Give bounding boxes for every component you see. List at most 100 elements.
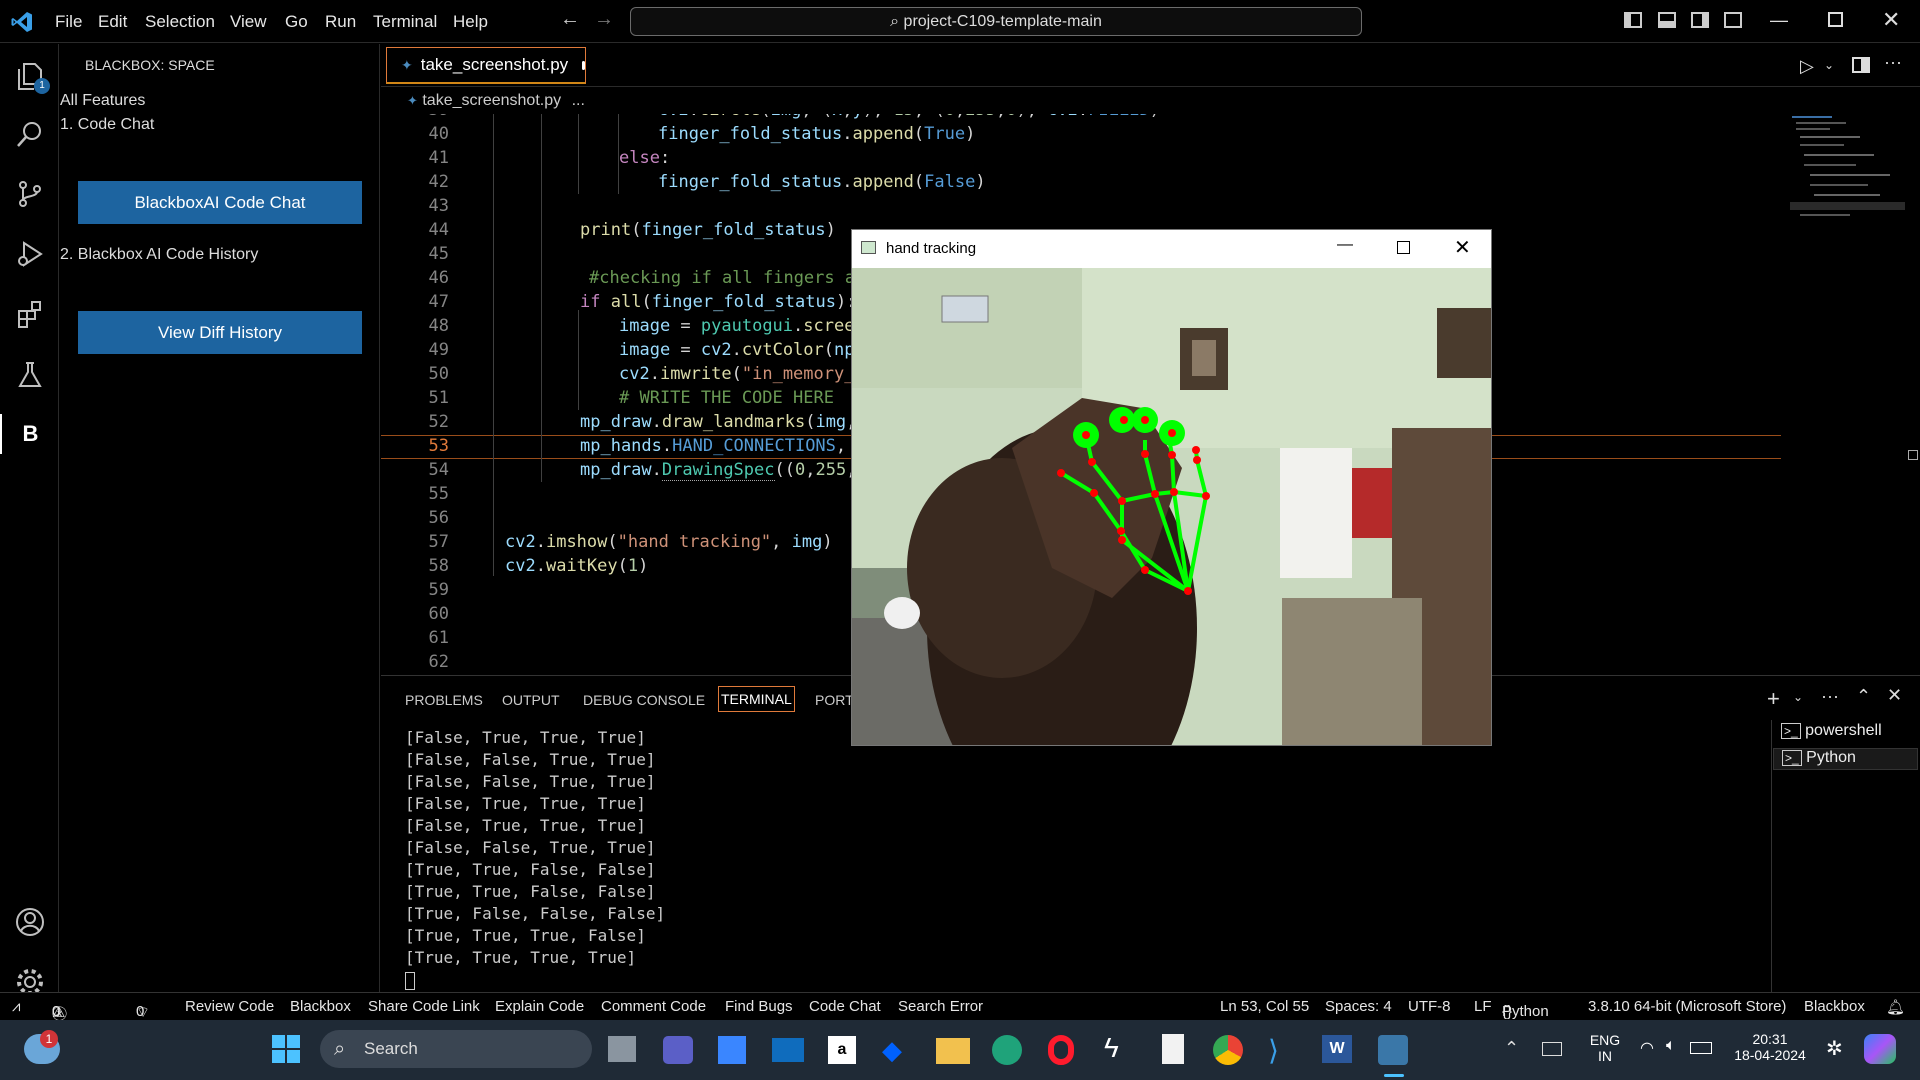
status-review-code[interactable]: Review Code xyxy=(185,998,274,1015)
menu-go[interactable]: Go xyxy=(285,12,308,32)
breadcrumb-more[interactable]: ... xyxy=(572,92,585,109)
extensions-icon[interactable] xyxy=(10,294,50,334)
terminal-list-item-powershell[interactable]: >_ powershell xyxy=(1781,722,1882,740)
status-blackbox[interactable]: Blackbox xyxy=(290,998,351,1015)
view-diff-history-button[interactable]: View Diff History xyxy=(78,311,362,354)
status-search-error[interactable]: Search Error xyxy=(898,998,983,1015)
indentation[interactable]: Spaces: 4 xyxy=(1325,998,1392,1015)
command-center[interactable]: ⌕ project-C109-template-main xyxy=(630,7,1362,36)
toggle-secondary-sidebar-icon[interactable] xyxy=(1691,12,1709,28)
toggle-primary-sidebar-icon[interactable] xyxy=(1624,12,1642,28)
menu-run[interactable]: Run xyxy=(325,12,356,32)
keyboard-icon[interactable] xyxy=(1542,1042,1562,1056)
clock[interactable]: 20:31 18-04-2024 xyxy=(1730,1031,1810,1063)
tab-debug-console[interactable]: DEBUG CONSOLE xyxy=(583,692,705,708)
customize-layout-icon[interactable] xyxy=(1724,12,1742,28)
blackbox-icon[interactable]: B xyxy=(0,414,59,454)
language-indicator[interactable]: ENG IN xyxy=(1585,1032,1625,1064)
focus-assist-icon[interactable]: ✲ xyxy=(1826,1036,1843,1061)
python-interpreter[interactable]: 3.8.10 64-bit (Microsoft Store) xyxy=(1588,998,1786,1015)
menu-file[interactable]: File xyxy=(55,12,82,32)
source-control-icon[interactable] xyxy=(10,174,50,214)
mail-icon[interactable] xyxy=(772,1038,804,1062)
copilot-icon[interactable] xyxy=(1864,1034,1896,1064)
tab-terminal[interactable]: TERMINAL xyxy=(718,686,795,712)
vscode-taskbar-icon[interactable]: ⟩ xyxy=(1268,1034,1298,1066)
terminal-list-item-python[interactable]: >_ Python xyxy=(1773,748,1918,770)
more-actions-icon[interactable]: ··· xyxy=(1884,52,1902,73)
toggle-panel-icon[interactable] xyxy=(1658,12,1676,28)
remote-icon[interactable]: ⩘ xyxy=(12,998,20,1015)
menu-help[interactable]: Help xyxy=(453,12,488,32)
status-comment-code[interactable]: Comment Code xyxy=(601,998,706,1015)
minimize-icon[interactable]: — xyxy=(1770,10,1788,31)
code-line: cv2.imshow("hand tracking", img) xyxy=(505,532,833,552)
panel-more-icon[interactable]: ··· xyxy=(1821,686,1839,707)
run-dropdown-icon[interactable]: ⌄ xyxy=(1824,58,1834,72)
status-share-code-link[interactable]: Share Code Link xyxy=(368,998,480,1015)
edge-icon[interactable] xyxy=(992,1035,1022,1065)
wifi-icon[interactable]: ◠ xyxy=(1640,1038,1654,1058)
file-explorer-icon[interactable] xyxy=(936,1038,970,1064)
status-explain-code[interactable]: Explain Code xyxy=(495,998,584,1015)
notepad-icon[interactable] xyxy=(1162,1034,1184,1064)
maximize-panel-icon[interactable]: ⌃ xyxy=(1856,686,1871,707)
terminal-dropdown-icon[interactable]: ⌄ xyxy=(1793,690,1803,704)
window-minimize-icon[interactable]: — xyxy=(1337,236,1353,254)
terminal-cursor[interactable] xyxy=(405,972,415,990)
status-blackbox-right[interactable]: Blackbox xyxy=(1804,998,1865,1015)
word-icon[interactable]: W xyxy=(1322,1035,1352,1063)
chrome-icon[interactable] xyxy=(1213,1035,1243,1065)
amazon-icon[interactable]: a xyxy=(828,1036,856,1064)
restore-icon[interactable] xyxy=(1828,12,1843,27)
breadcrumb-file[interactable]: take_screenshot.py xyxy=(422,92,561,109)
new-terminal-icon[interactable]: + xyxy=(1767,686,1780,712)
forward-arrow-icon[interactable]: → xyxy=(594,8,614,31)
show-hidden-icons-chevron-icon[interactable]: ⌃ xyxy=(1504,1038,1519,1059)
bolt-app-icon[interactable]: ϟ xyxy=(1104,1032,1119,1064)
minimap[interactable] xyxy=(1790,114,1905,234)
language-label: Python xyxy=(1502,1003,1549,1020)
tab-take-screenshot[interactable]: ✦ take_screenshot.py xyxy=(386,47,586,84)
dropbox-icon[interactable]: ◆ xyxy=(882,1036,912,1064)
tab-problems[interactable]: PROBLEMS xyxy=(405,692,483,708)
encoding[interactable]: UTF-8 xyxy=(1408,998,1451,1015)
status-bar: ⩘ ⓧ 0 ⚠ 0 ⌔ 0 Review Code Blackbox Share… xyxy=(0,992,1920,1023)
split-editor-icon[interactable] xyxy=(1852,57,1870,73)
notifications-bell-icon[interactable]: 🔔︎ xyxy=(1886,998,1905,1016)
teams-icon[interactable] xyxy=(663,1036,693,1064)
menu-terminal[interactable]: Terminal xyxy=(373,12,437,32)
back-arrow-icon[interactable]: ← xyxy=(560,8,580,31)
menu-edit[interactable]: Edit xyxy=(98,12,127,32)
explorer-icon[interactable]: 1 xyxy=(10,56,50,96)
terminal-icon: >_ xyxy=(1781,723,1801,739)
search-icon[interactable] xyxy=(10,114,50,154)
volume-icon[interactable]: 🔈︎ xyxy=(1666,1037,1676,1055)
start-windows-icon[interactable] xyxy=(272,1035,302,1065)
run-file-icon[interactable]: ▷ xyxy=(1800,56,1814,77)
status-find-bugs[interactable]: Find Bugs xyxy=(725,998,793,1015)
line-number: 56 xyxy=(428,508,449,528)
python-taskbar-icon[interactable] xyxy=(1378,1035,1408,1065)
testing-flask-icon[interactable] xyxy=(10,354,50,394)
close-icon[interactable]: ✕ xyxy=(1882,7,1900,33)
line-ending[interactable]: LF xyxy=(1474,998,1492,1015)
menu-selection[interactable]: Selection xyxy=(145,12,215,32)
tab-output[interactable]: OUTPUT xyxy=(502,692,560,708)
close-panel-icon[interactable]: ✕ xyxy=(1887,685,1902,706)
unsaved-dot-icon[interactable] xyxy=(582,60,585,70)
task-view-icon[interactable] xyxy=(608,1036,636,1062)
blackbox-code-chat-button[interactable]: BlackboxAI Code Chat xyxy=(78,181,362,224)
run-debug-icon[interactable] xyxy=(10,234,50,274)
window-close-icon[interactable]: ✕ xyxy=(1454,235,1471,260)
accounts-icon[interactable] xyxy=(10,902,50,942)
opera-icon[interactable] xyxy=(1048,1035,1074,1065)
battery-icon[interactable] xyxy=(1690,1042,1712,1054)
scrollbar-thumb[interactable] xyxy=(1908,450,1918,460)
menu-view[interactable]: View xyxy=(230,12,267,32)
microsoft-store-icon[interactable] xyxy=(718,1036,746,1064)
window-maximize-icon[interactable] xyxy=(1397,241,1410,254)
cursor-position[interactable]: Ln 53, Col 55 xyxy=(1220,998,1309,1015)
taskbar-search-box[interactable]: ⌕ Search xyxy=(320,1030,592,1068)
status-code-chat[interactable]: Code Chat xyxy=(809,998,881,1015)
